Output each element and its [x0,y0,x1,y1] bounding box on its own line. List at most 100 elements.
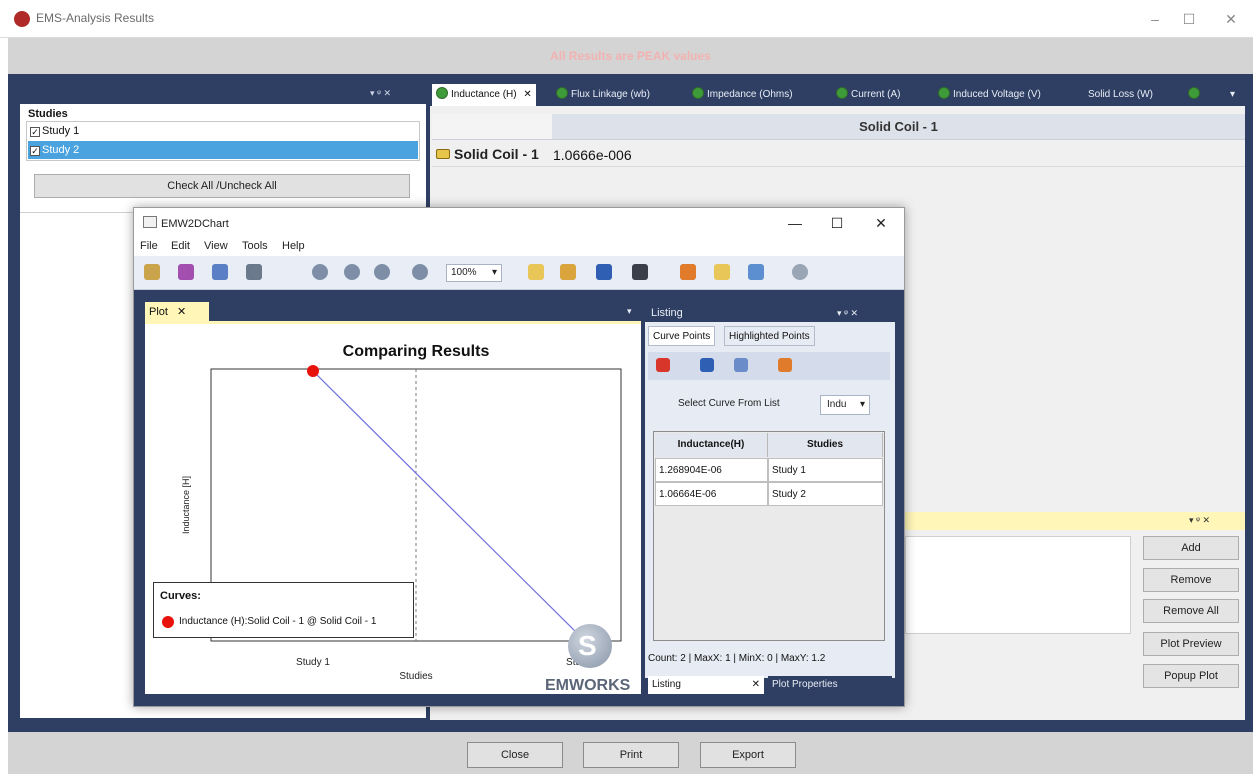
check-all-button[interactable]: Check All /Uncheck All [34,174,410,198]
tab-solid-loss[interactable]: Solid Loss (W) [1088,84,1153,106]
tab-impedance[interactable]: Impedance (Ohms) [692,84,793,106]
close-window-button[interactable]: ✕ [1216,6,1246,32]
menu-file[interactable]: File [140,240,158,252]
refresh-icon[interactable] [734,358,748,372]
chart-window-title: EMW2DChart [161,218,229,230]
tab-inductance[interactable]: Inductance (H) ✕ [432,84,536,106]
layout-icon[interactable] [212,264,228,280]
menu-edit[interactable]: Edit [171,240,190,252]
listing-panel-controls[interactable]: ▾ ᵠ ✕ [837,304,858,322]
plot-tab-strip: ▾ [145,302,641,322]
menu-tools[interactable]: Tools [242,240,268,252]
tab-label: Flux Linkage (wb) [571,89,650,100]
chart-close-button[interactable]: ✕ [866,212,896,234]
tab-highlighted-points[interactable]: Highlighted Points [724,326,815,346]
x-tick-layer: Study 1Study 2 [296,657,600,668]
remove-button[interactable]: Remove [1143,568,1239,592]
study-item-1[interactable]: ✓ Study 1 [28,122,418,140]
tab-plot[interactable]: Plot ✕ [145,302,209,322]
select-curve-dropdown[interactable]: Indu ▾ [820,395,870,415]
tab-current[interactable]: Current (A) [836,84,900,106]
row-header-label: Solid Coil - 1 [454,146,539,162]
plot-list-panel-controls[interactable]: ▾ ᵠ ✕ [1189,515,1210,526]
data-icon[interactable] [748,264,764,280]
emworks-logo-text: EMWORKS [545,677,631,694]
export-down-icon[interactable] [778,358,792,372]
chart-type-icon[interactable] [178,264,194,280]
bottom-tab-plot-properties[interactable]: Plot Properties [768,676,892,694]
tab-status-icon [436,87,448,99]
tab-status-icon [836,87,848,99]
chart-window-icon [143,216,157,228]
plot-panel-menu-arrow[interactable]: ▾ [627,306,632,317]
chart-minimize-button[interactable]: — [780,212,810,234]
grid-cell-value[interactable]: 1.0666e-006 [553,147,632,163]
open-folder-icon[interactable] [528,264,544,280]
close-button[interactable]: Close [467,742,563,768]
new-chart-icon[interactable] [144,264,160,280]
save-icon[interactable] [596,264,612,280]
menu-view[interactable]: View [204,240,228,252]
maximize-button[interactable]: ☐ [1174,6,1204,32]
tab-close-icon[interactable]: ✕ [523,89,531,100]
chart-maximize-button[interactable]: ☐ [822,212,852,234]
chart-title: Comparing Results [343,343,490,360]
tab-label: Induced Voltage (V) [953,89,1041,100]
tab-status-icon [556,87,568,99]
zoom-out-icon[interactable] [344,264,360,280]
add-button[interactable]: Add [1143,536,1239,560]
column-header-inductance[interactable]: Inductance(H) [655,433,768,457]
coil-icon [436,149,450,159]
bottom-tab-listing[interactable]: Listing ✕ [648,676,764,694]
table-cell[interactable]: Study 2 [768,482,883,506]
zoom-reset-icon[interactable] [412,264,428,280]
listing-toolbar [648,352,890,380]
tab-overflow-arrow[interactable]: ▾ [1230,84,1235,106]
y-axis-label: Inductance [H] [181,476,191,534]
tab-curve-points[interactable]: Curve Points [648,326,716,346]
bottom-tab-close-icon[interactable]: ✕ [752,676,760,694]
checkbox-study-2[interactable]: ✓ [30,146,40,156]
study-label-1: Study 1 [42,125,80,137]
gear-icon[interactable] [792,264,808,280]
remove-all-button[interactable]: Remove All [1143,599,1239,623]
column-header-studies[interactable]: Studies [768,433,883,457]
table-cell[interactable]: 1.06664E-06 [655,482,768,506]
print-button[interactable]: Print [583,742,679,768]
export-icon[interactable] [714,264,730,280]
data-point-1[interactable] [307,365,319,377]
popup-plot-button[interactable]: Popup Plot [1143,664,1239,688]
save-listing-icon[interactable] [700,358,714,372]
export-button[interactable]: Export [700,742,796,768]
zoom-in-icon[interactable] [312,264,328,280]
grid-row-header: Solid Coil - 1 [436,146,539,162]
zoom-select[interactable]: 100% ▾ [446,264,502,282]
study-item-2[interactable]: ✓ Study 2 [28,141,418,159]
undo-icon[interactable] [656,358,670,372]
minimize-button[interactable]: – [1140,6,1170,32]
plot-preview-button[interactable]: Plot Preview [1143,632,1239,656]
tab-more[interactable] [1188,84,1203,106]
studies-panel-header: ▾ ᵠ ✕ [20,84,426,104]
tab-flux-linkage[interactable]: Flux Linkage (wb) [556,84,650,106]
highlight-icon[interactable] [680,264,696,280]
zoom-fit-icon[interactable] [374,264,390,280]
copy-icon[interactable] [560,264,576,280]
studies-label: Studies [28,108,68,120]
chevron-down-icon: ▾ [859,399,865,410]
table-cell[interactable]: Study 1 [768,458,883,482]
preview-icon[interactable] [246,264,262,280]
print-icon[interactable] [632,264,648,280]
table-cell[interactable]: 1.268904E-06 [655,458,768,482]
x-axis-label: Studies [399,671,432,682]
tab-induced-voltage[interactable]: Induced Voltage (V) [938,84,1041,106]
studies-panel-controls[interactable]: ▾ ᵠ ✕ [370,88,391,99]
plot-tab-label: Plot [149,306,168,318]
checkbox-study-1[interactable]: ✓ [30,127,40,137]
plot-list-box[interactable] [905,536,1131,634]
x-tick-label: Study 1 [296,657,330,668]
study-label-2: Study 2 [42,144,80,156]
plot-tab-close-icon[interactable]: ✕ [177,306,186,318]
grid-corner [432,114,552,140]
menu-help[interactable]: Help [282,240,305,252]
